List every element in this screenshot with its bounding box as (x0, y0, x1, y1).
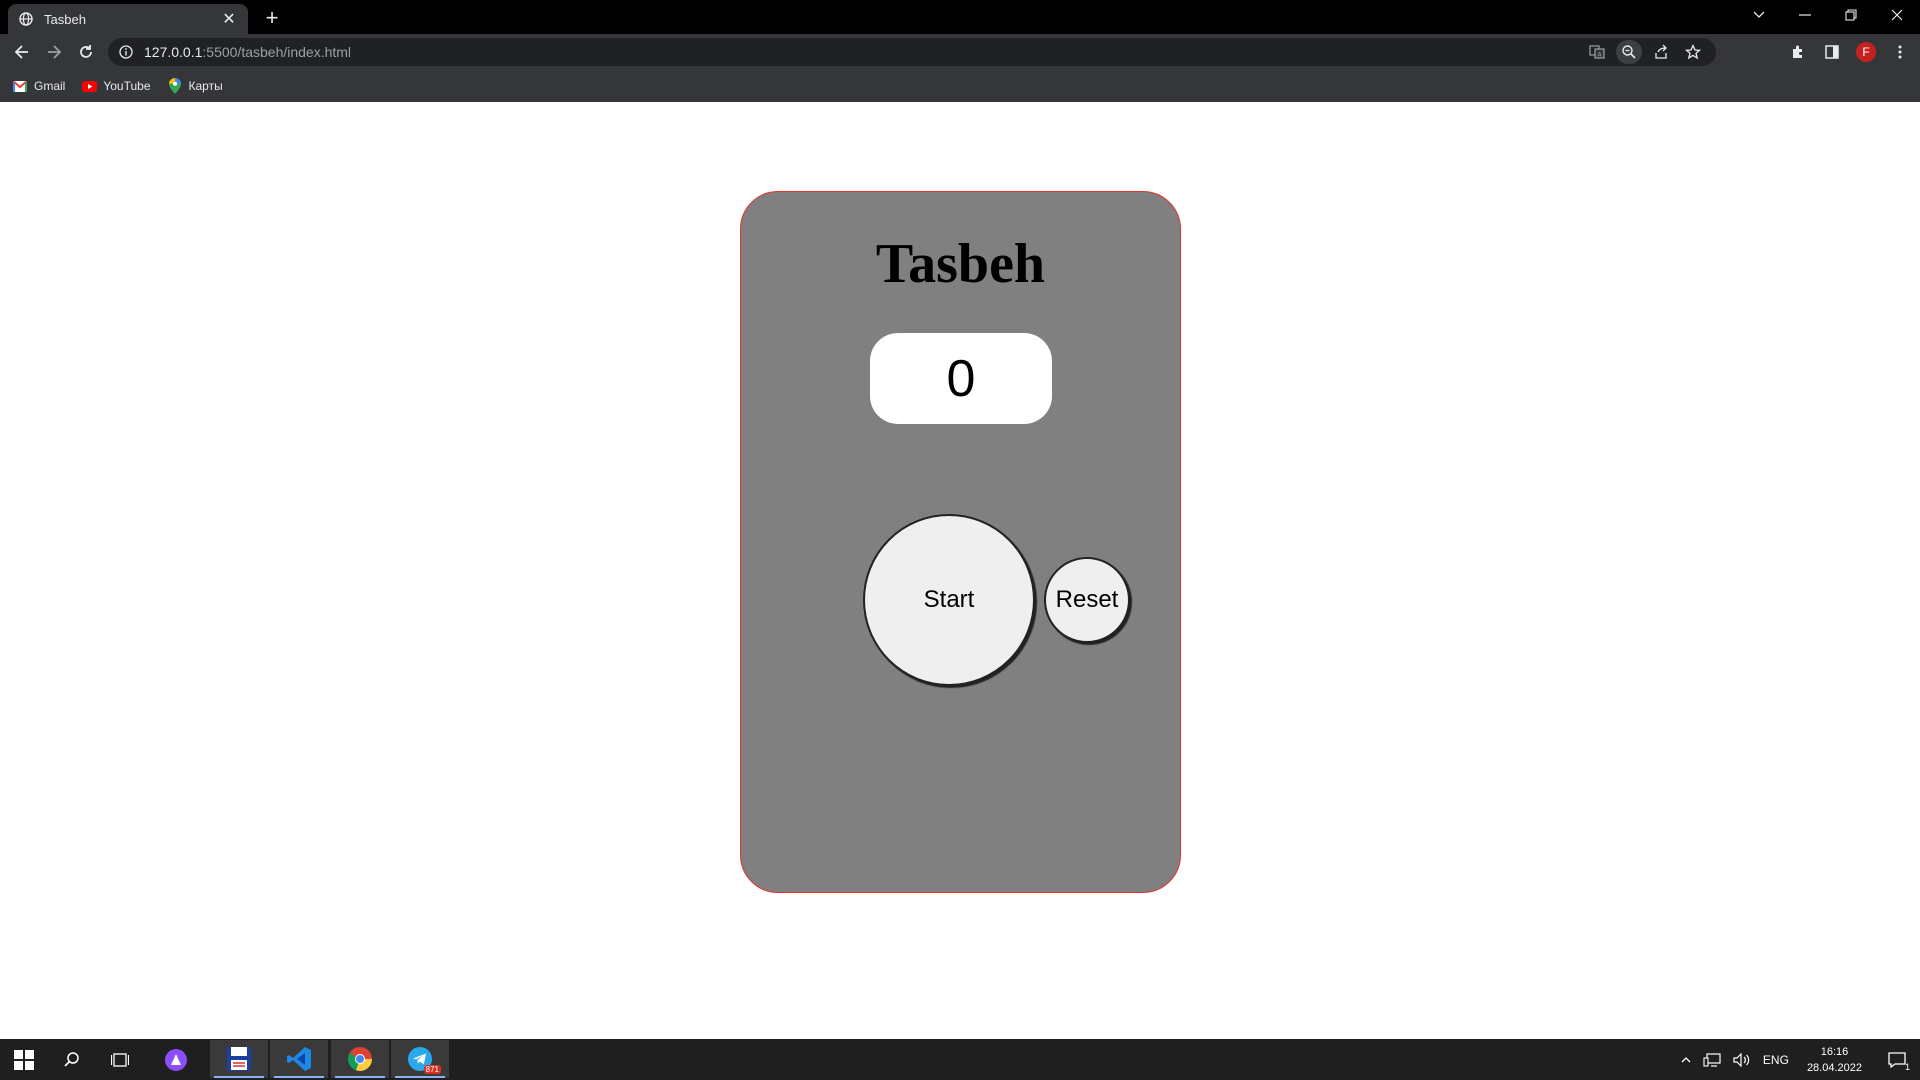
bookmark-maps[interactable]: Карты (167, 78, 223, 94)
page-viewport: Tasbeh 0 Start Reset (0, 102, 1920, 1039)
address-bar[interactable]: 127.0.0.1:5500/tasbeh/index.html A (108, 38, 1716, 66)
browser-toolbar: 127.0.0.1:5500/tasbeh/index.html A F (0, 34, 1920, 70)
bookmark-label: Карты (188, 79, 223, 93)
new-tab-button[interactable]: + (258, 6, 286, 32)
forward-arrow-icon[interactable] (40, 38, 68, 66)
restore-icon[interactable] (1828, 0, 1874, 30)
system-tray: ENG 16:16 28.04.2022 1 (1675, 1039, 1920, 1080)
search-icon[interactable] (48, 1039, 96, 1080)
avatar: F (1856, 42, 1876, 62)
bookmark-label: Gmail (34, 79, 66, 93)
bookmark-youtube[interactable]: YouTube (81, 78, 151, 94)
telegram-icon[interactable]: 871 (391, 1040, 449, 1078)
volume-icon[interactable] (1727, 1039, 1757, 1080)
clock-date: 28.04.2022 (1806, 1061, 1862, 1074)
toolbar-right: F (1784, 38, 1914, 66)
close-icon[interactable]: ✕ (220, 9, 238, 29)
notifications-icon[interactable]: 1 (1874, 1039, 1920, 1080)
url-path: :5500/tasbeh/index.html (202, 44, 352, 60)
bookmark-gmail[interactable]: Gmail (12, 78, 65, 94)
address-bar-actions: A (1584, 38, 1706, 66)
language-indicator[interactable]: ENG (1757, 1039, 1795, 1080)
counter-display: 0 (870, 333, 1052, 424)
tab-search-icon[interactable] (1736, 0, 1782, 30)
browser-tab-strip: Tasbeh ✕ + (0, 0, 1920, 34)
share-icon[interactable] (1648, 40, 1674, 64)
minimize-icon[interactable] (1782, 0, 1828, 30)
translate-icon[interactable]: A (1584, 40, 1610, 64)
bookmark-label: YouTube (103, 79, 151, 93)
reload-icon[interactable] (72, 38, 100, 66)
page-title: Tasbeh (875, 233, 1046, 295)
alice-assistant-icon[interactable] (152, 1039, 200, 1080)
browser-tab[interactable]: Tasbeh ✕ (8, 4, 248, 34)
taskbar: 871 ENG 16:16 28.04.2022 1 (0, 1039, 1920, 1080)
gmail-icon (12, 78, 28, 94)
window-controls (1736, 0, 1920, 34)
task-view-icon[interactable] (96, 1039, 144, 1080)
vscode-icon[interactable] (270, 1040, 328, 1078)
bookmark-star-icon[interactable] (1680, 40, 1706, 64)
youtube-icon (81, 78, 97, 94)
menu-kebab-icon[interactable] (1886, 38, 1914, 66)
clock[interactable]: 16:16 28.04.2022 (1795, 1044, 1874, 1076)
reset-button[interactable]: Reset (1044, 557, 1130, 643)
telegram-badge: 871 (423, 1065, 441, 1074)
network-icon[interactable] (1697, 1039, 1727, 1080)
info-icon[interactable] (118, 44, 134, 60)
tasbeh-card: Tasbeh 0 Start Reset (740, 191, 1181, 893)
chrome-icon[interactable] (331, 1040, 389, 1078)
profile-avatar[interactable]: F (1852, 38, 1880, 66)
tray-chevron-up-icon[interactable] (1675, 1039, 1697, 1080)
globe-icon (18, 11, 34, 27)
extensions-icon[interactable] (1784, 38, 1812, 66)
close-window-icon[interactable] (1874, 0, 1920, 30)
url-host: 127.0.0.1 (144, 44, 203, 60)
zoom-icon[interactable] (1616, 40, 1642, 64)
tab-title: Tasbeh (44, 11, 86, 27)
back-arrow-icon[interactable] (8, 38, 36, 66)
side-panel-icon[interactable] (1818, 38, 1846, 66)
clock-time: 16:16 (1820, 1045, 1849, 1058)
floppy-app-icon[interactable] (210, 1040, 268, 1078)
maps-icon (167, 78, 183, 94)
notifications-count: 1 (1904, 1062, 1910, 1072)
windows-start-icon[interactable] (0, 1039, 48, 1080)
bookmarks-bar: Gmail YouTube Карты (0, 70, 1920, 102)
start-button[interactable]: Start (863, 514, 1035, 686)
